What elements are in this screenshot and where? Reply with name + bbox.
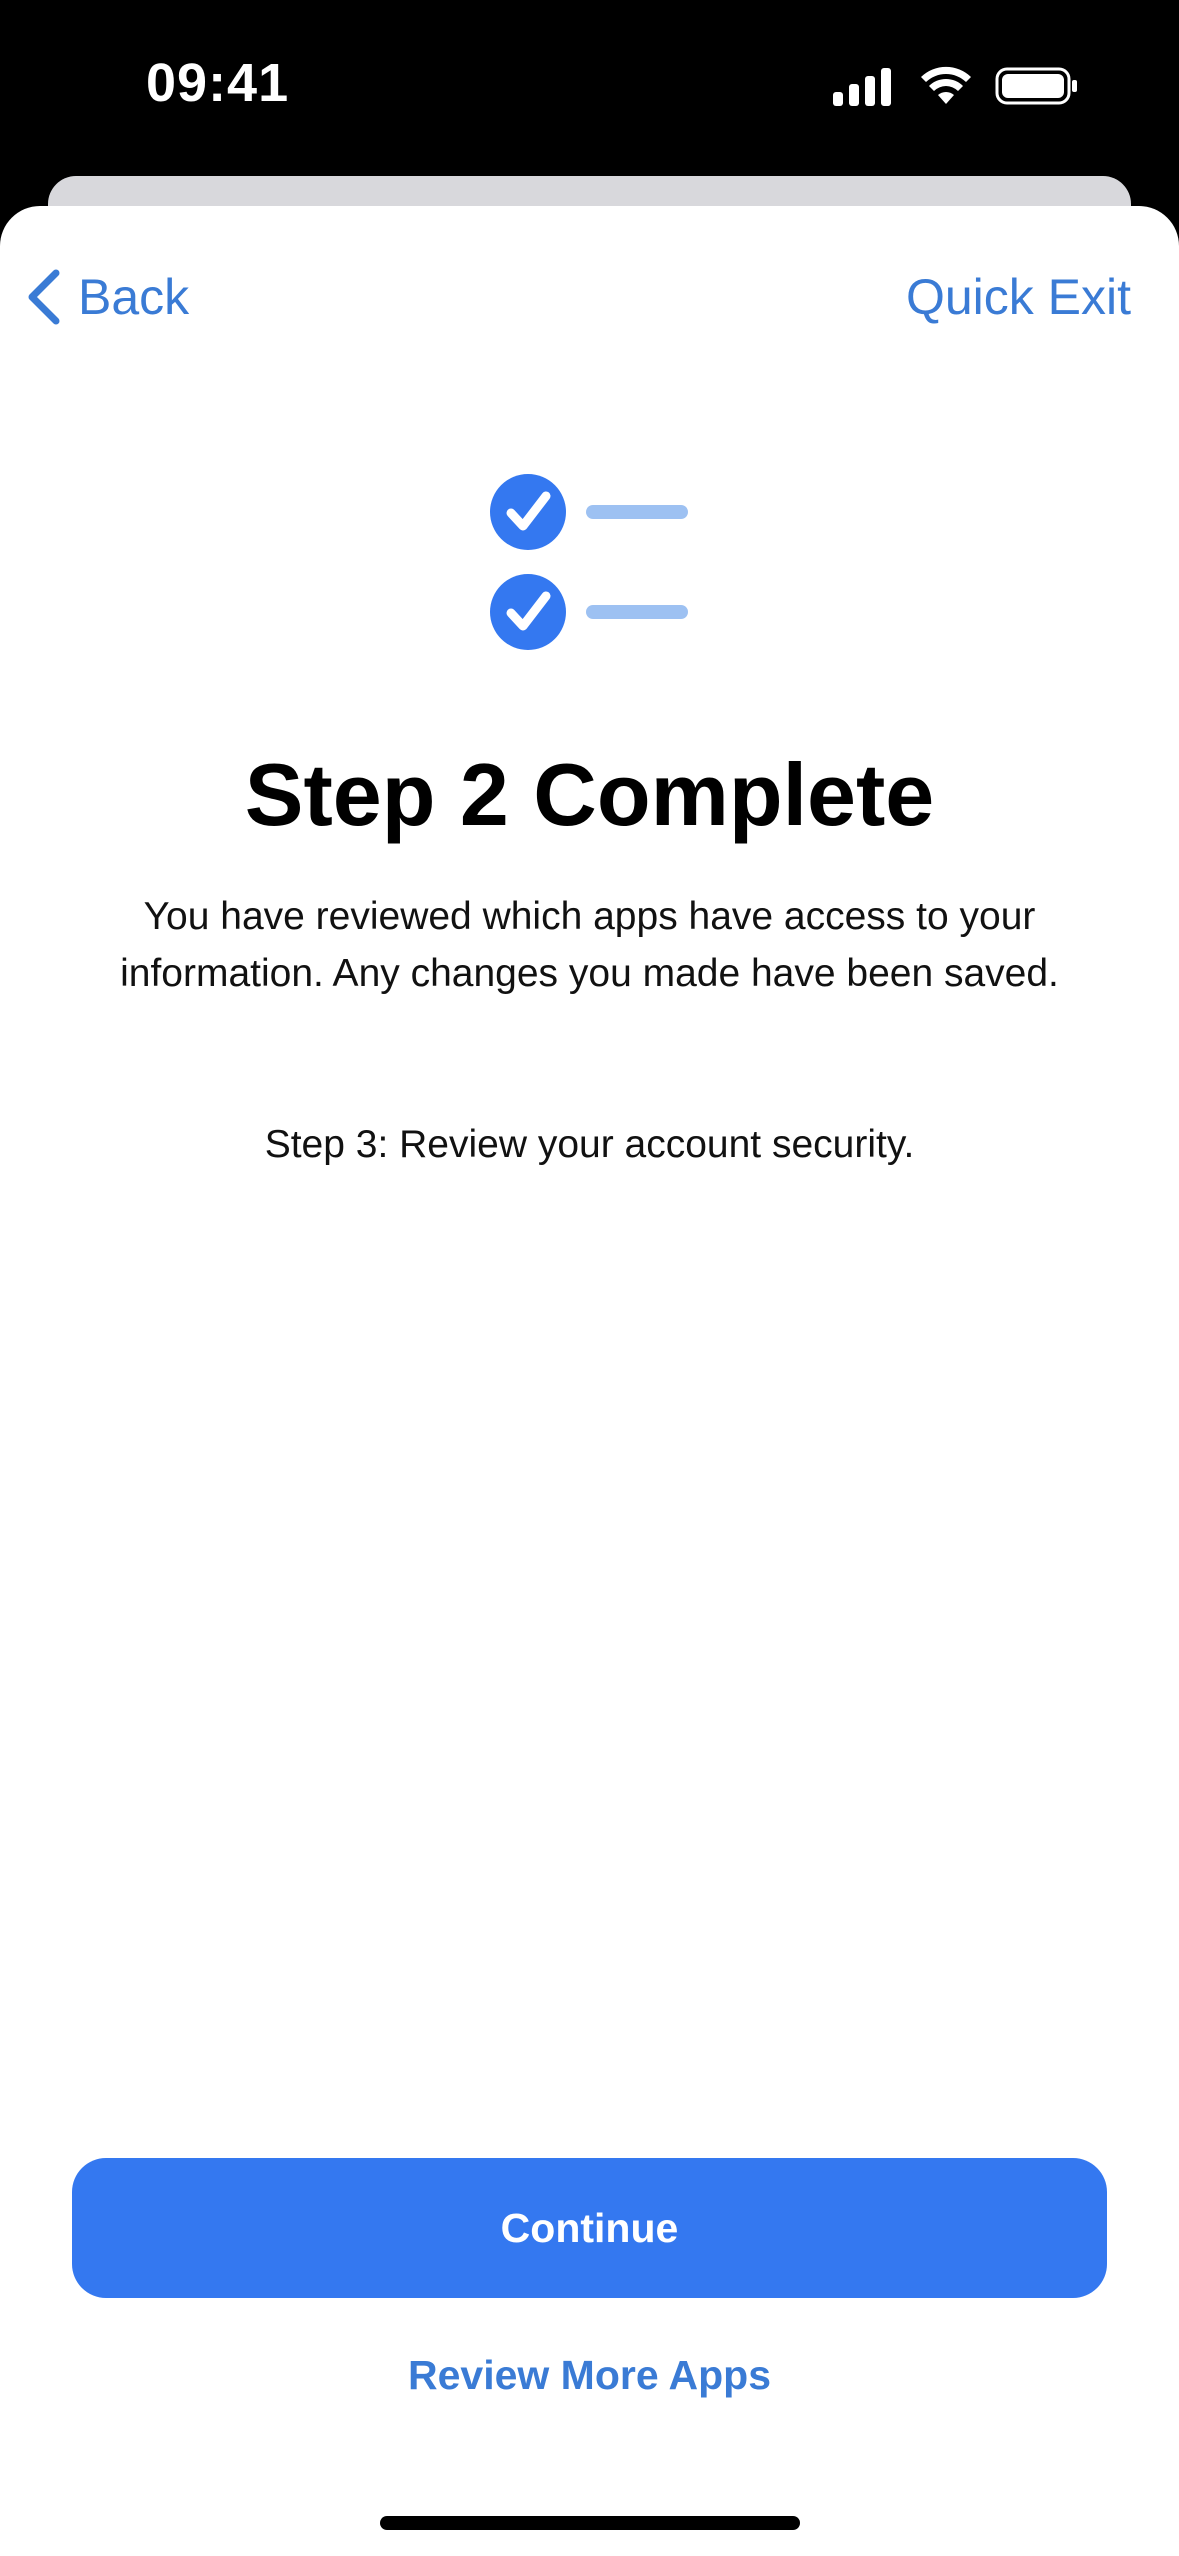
- status-bar: 09:41: [0, 0, 1179, 170]
- cellular-signal-icon: [833, 68, 891, 106]
- checklist-icon: [490, 474, 688, 650]
- quick-exit-button[interactable]: Quick Exit: [906, 262, 1131, 332]
- modal-sheet: Back Quick Exit Step 2 Complete You have…: [0, 206, 1179, 2556]
- description-text: You have reviewed which apps have access…: [120, 895, 1059, 995]
- screen: 09:41 Back Quick Exit Step 2 Complete Yo…: [0, 0, 1179, 2556]
- battery-icon: [995, 67, 1077, 105]
- back-label: Back: [78, 269, 190, 325]
- status-time: 09:41: [146, 53, 290, 113]
- review-more-apps-button[interactable]: Review More Apps: [0, 2352, 1179, 2399]
- status-icons: [833, 64, 1079, 108]
- back-button[interactable]: Back: [24, 262, 189, 332]
- chevron-left-icon: [28, 269, 60, 325]
- next-step-text: Step 3: Review your account security.: [264, 1123, 915, 1166]
- home-indicator[interactable]: [380, 2516, 800, 2530]
- continue-button[interactable]: Continue: [72, 2158, 1107, 2298]
- wifi-icon: [921, 66, 971, 104]
- page-title: Step 2 Complete: [244, 745, 935, 844]
